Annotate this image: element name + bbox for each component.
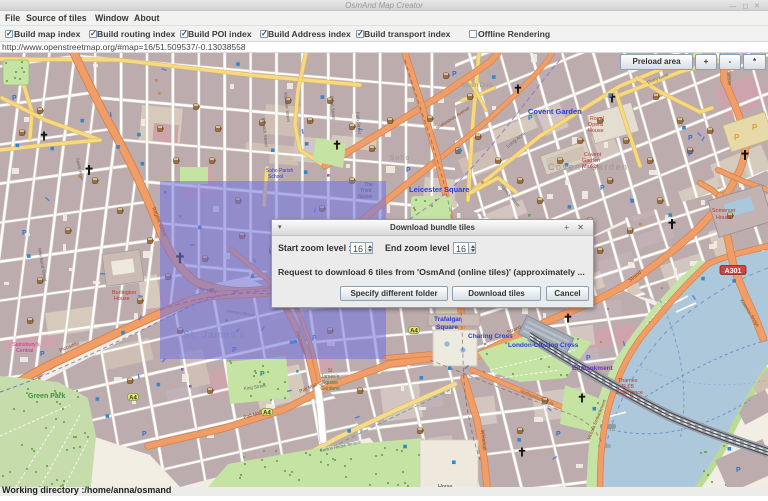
svg-text:P: P xyxy=(12,95,17,102)
svg-text:School: School xyxy=(268,174,283,180)
svg-text:Green Park: Green Park xyxy=(28,393,65,400)
svg-text:Somerset: Somerset xyxy=(712,208,736,214)
svg-text:Seven Dials: Seven Dials xyxy=(461,83,493,89)
svg-text:A4: A4 xyxy=(263,411,271,417)
svg-text:A4: A4 xyxy=(410,329,418,335)
svg-text:P: P xyxy=(688,151,693,158)
svg-text:Market: Market xyxy=(582,164,599,170)
svg-text:P: P xyxy=(452,71,457,78)
svg-text:P: P xyxy=(736,467,741,474)
svg-text:P: P xyxy=(734,133,740,142)
svg-text:Central: Central xyxy=(16,348,33,354)
svg-text:P: P xyxy=(528,115,533,122)
svg-text:A4: A4 xyxy=(129,396,137,402)
svg-text:P: P xyxy=(260,371,265,378)
svg-text:P: P xyxy=(586,355,591,362)
svg-text:A301: A301 xyxy=(725,268,742,275)
svg-text:P: P xyxy=(406,167,411,174)
svg-text:Experience: Experience xyxy=(616,390,643,396)
svg-text:Square: Square xyxy=(436,324,458,331)
svg-text:P: P xyxy=(688,135,693,142)
svg-text:Gardens: Gardens xyxy=(320,386,340,392)
svg-text:P: P xyxy=(142,431,147,438)
svg-text:London Charing Cross: London Charing Cross xyxy=(508,342,579,349)
svg-text:P: P xyxy=(556,431,561,438)
svg-text:P: P xyxy=(40,351,45,358)
svg-text:Soho: Soho xyxy=(390,155,410,162)
svg-text:House: House xyxy=(588,128,604,134)
svg-text:P: P xyxy=(22,230,27,237)
svg-text:P: P xyxy=(752,123,758,132)
svg-text:House: House xyxy=(716,215,732,221)
svg-text:Embankment: Embankment xyxy=(572,365,614,372)
svg-text:House: House xyxy=(114,296,130,302)
svg-text:Covent Garden: Covent Garden xyxy=(528,107,582,116)
svg-text:Trafalgar: Trafalgar xyxy=(434,316,462,323)
svg-text:P: P xyxy=(600,185,605,192)
svg-text:Charing Cross: Charing Cross xyxy=(468,333,513,340)
svg-text:Leicester Square: Leicester Square xyxy=(409,185,469,194)
